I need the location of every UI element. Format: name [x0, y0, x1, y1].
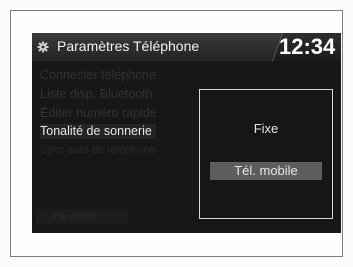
default-button[interactable]: Par défaut — [36, 209, 128, 224]
menu-item-speed-dial[interactable]: Éditer numéro rapide — [40, 106, 157, 121]
ringtone-options-popup: Fixe Tél. mobile — [199, 89, 333, 219]
menu-item-auto-sync[interactable]: Sync auto de téléphone — [40, 143, 156, 158]
clock: 12:34 — [279, 34, 336, 59]
menu-item-connect-phone[interactable]: Connecter téléphone — [40, 68, 156, 83]
menu-item-ringtone[interactable]: Tonalité de sonnerie — [40, 124, 156, 139]
page-title: Paramètres Téléphone — [57, 38, 200, 54]
title-bar: Paramètres Téléphone 12:34 — [32, 33, 341, 61]
option-fixed[interactable]: Fixe — [210, 120, 322, 138]
option-mobile[interactable]: Tél. mobile — [210, 162, 322, 180]
menu-item-bluetooth-list[interactable]: Liste disp. Bluetooth — [40, 87, 153, 102]
phone-settings-screen: Paramètres Téléphone 12:34 Connecter tél… — [32, 33, 341, 233]
gear-icon — [37, 41, 49, 53]
